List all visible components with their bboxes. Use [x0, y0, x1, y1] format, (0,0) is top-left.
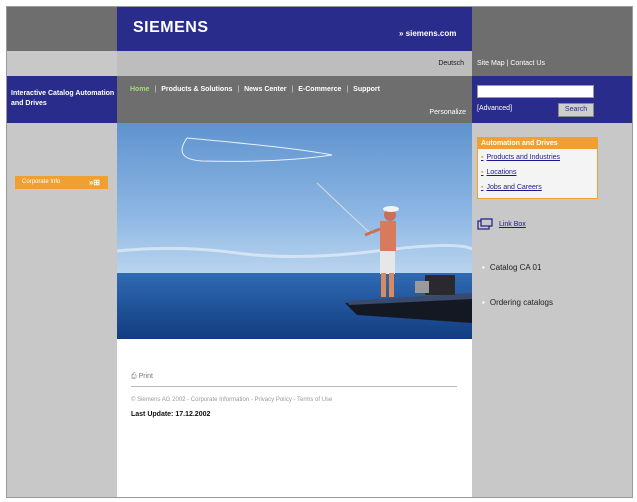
- link-box[interactable]: Link Box: [477, 218, 526, 230]
- left-column: Corporate Info »⊞: [7, 123, 117, 497]
- link-label: Jobs and Careers: [486, 184, 542, 191]
- bullet-icon: ▪: [481, 184, 484, 191]
- contact-us-link[interactable]: Contact Us: [510, 60, 545, 67]
- print-label: Print: [138, 373, 153, 380]
- link-products-industries[interactable]: ▪ Products and Industries: [481, 154, 560, 161]
- divider: [131, 386, 457, 387]
- catalog-title: Interactive Catalog Automation and Drive…: [11, 90, 115, 107]
- page-frame: SIEMENS » siemens.com Deutsch Site Map |…: [6, 6, 633, 498]
- nav-item-home[interactable]: Home: [130, 86, 149, 93]
- link-box-label: Link Box: [498, 220, 526, 228]
- print-link[interactable]: ⎙ Print: [131, 373, 153, 381]
- bullet-icon: ▪: [482, 298, 485, 307]
- link-box-icon: [477, 218, 493, 230]
- expand-icon: »⊞: [88, 178, 100, 187]
- advanced-search-link[interactable]: [Advanced]: [477, 105, 512, 112]
- nav-item-news-center[interactable]: News Center: [244, 86, 286, 93]
- brand-bar: SIEMENS » siemens.com: [117, 7, 472, 51]
- print-icon: ⎙: [131, 373, 137, 380]
- catalog-label: Catalog CA 01: [489, 263, 542, 272]
- automation-drives-title[interactable]: Automation and Drives: [478, 138, 597, 149]
- catalog-label: Ordering catalogs: [489, 298, 553, 307]
- corporate-info-button[interactable]: Corporate Info »⊞: [15, 176, 108, 189]
- bullet-icon: ▪: [481, 154, 484, 161]
- bullet-icon: ▪: [482, 263, 485, 272]
- top-left-panel: [7, 7, 117, 51]
- catalog-ca01-link[interactable]: ▪ Catalog CA 01: [482, 263, 541, 272]
- siemens-com-link[interactable]: » siemens.com: [399, 29, 456, 38]
- nav-item-products-solutions[interactable]: Products & Solutions: [161, 86, 232, 93]
- content-area: ⎙ Print © Siemens AG 2002 - Corporate In…: [117, 339, 472, 497]
- link-label: Locations: [486, 169, 517, 176]
- nav-item-e-commerce[interactable]: E-Commerce: [298, 86, 341, 93]
- bullet-icon: ▪: [481, 169, 484, 176]
- nav-separator: |: [237, 86, 240, 93]
- right-column: Automation and Drives ▪ Products and Indu…: [472, 123, 632, 497]
- main-nav-items: Home | Products & Solutions | News Cente…: [130, 86, 380, 93]
- fisherman-photo: [117, 123, 472, 339]
- link-separator: |: [506, 60, 509, 67]
- link-locations[interactable]: ▪ Locations: [481, 169, 516, 176]
- link-label: Products and Industries: [486, 154, 561, 161]
- catalog-title-panel: Interactive Catalog Automation and Drive…: [7, 76, 117, 123]
- hero-image: [117, 123, 472, 339]
- utility-links-group: Site Map | Contact Us: [477, 60, 545, 67]
- site-map-link[interactable]: Site Map: [477, 60, 505, 67]
- ordering-catalogs-link[interactable]: ▪ Ordering catalogs: [482, 298, 553, 307]
- language-row: Deutsch: [117, 51, 472, 76]
- nav-separator: |: [346, 86, 349, 93]
- search-input[interactable]: [477, 85, 594, 98]
- nav-separator: |: [291, 86, 294, 93]
- utility-links: Site Map | Contact Us: [472, 51, 632, 76]
- siemens-logo[interactable]: SIEMENS: [133, 19, 209, 37]
- footer-links[interactable]: © Siemens AG 2002 - Corporate Informatio…: [131, 397, 332, 403]
- link-jobs-careers[interactable]: ▪ Jobs and Careers: [481, 184, 542, 191]
- search-panel: [Advanced] Search: [472, 76, 632, 123]
- language-row-left: [7, 51, 117, 76]
- top-right-panel: [472, 7, 632, 51]
- automation-drives-box: Automation and Drives ▪ Products and Indu…: [477, 137, 598, 199]
- main-nav: Home | Products & Solutions | News Cente…: [117, 76, 472, 123]
- nav-item-support[interactable]: Support: [353, 86, 380, 93]
- corporate-info-label: Corporate Info: [22, 179, 61, 185]
- nav-separator: |: [154, 86, 157, 93]
- search-button[interactable]: Search: [558, 103, 594, 117]
- last-update: Last Update: 17.12.2002: [131, 411, 211, 418]
- language-link-deutsch[interactable]: Deutsch: [438, 60, 464, 67]
- personalize-link[interactable]: Personalize: [429, 109, 466, 116]
